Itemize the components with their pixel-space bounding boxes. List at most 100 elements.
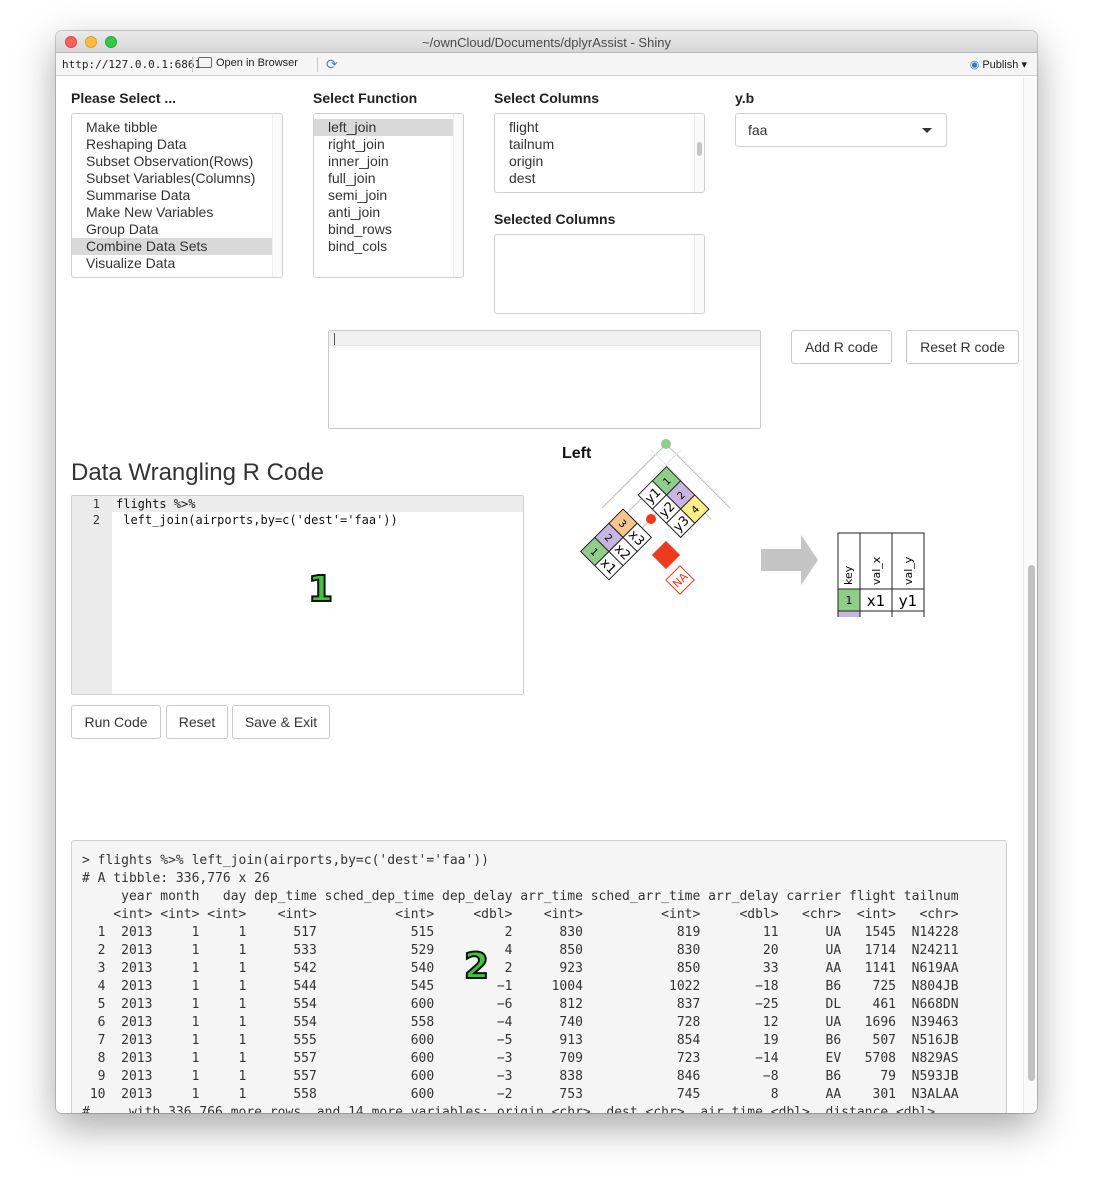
list-option[interactable]: origin (495, 153, 704, 170)
result-y: y2 (899, 614, 917, 617)
publish-button[interactable]: ◉ Publish ▾ (970, 58, 1027, 71)
console-line: # ... with 336,766 more rows, and 14 mor… (82, 1105, 943, 1113)
left-join-diagram: 1 2 3 x1 x2 x3 1 2 4 y1 y2 y3 NA key val… (579, 439, 925, 617)
reset-r-code-button[interactable]: Reset R code (906, 330, 1019, 364)
list-option[interactable]: bind_rows (314, 221, 463, 238)
url-text: http://127.0.0.1:6861 (62, 58, 202, 71)
yb-select[interactable]: faa (735, 113, 947, 147)
list-option[interactable]: dest (495, 170, 704, 187)
console-line: 5 2013 1 1 554 600 −6 812 837 −25 DL 461… (82, 997, 959, 1012)
console-line: > flights %>% left_join(airports,by=c('d… (82, 853, 489, 868)
console-line: 4 2013 1 1 544 545 −1 1004 1022 −18 B6 7… (82, 979, 959, 994)
list-option[interactable]: Reshaping Data (72, 136, 282, 153)
console-line: year month day dep_time sched_dep_time d… (82, 889, 959, 904)
code-section-heading: Data Wrangling R Code (71, 459, 325, 486)
list-option[interactable]: Subset Variables(Columns) (72, 170, 282, 187)
list-option[interactable]: Group Data (72, 221, 282, 238)
result-x: x2 (867, 614, 885, 617)
na-cell: NA (665, 565, 695, 595)
select-function-listbox[interactable]: left_join right_join inner_join full_join se… (313, 113, 464, 278)
console-line: 1 2013 1 1 517 515 2 830 819 11 UA 1545 … (82, 925, 959, 940)
console-line: 6 2013 1 1 554 558 −4 740 728 12 UA 1696… (82, 1015, 959, 1030)
match-dot-na (646, 514, 656, 524)
publish-label: Publish (982, 59, 1019, 71)
add-r-code-button[interactable]: Add R code (791, 330, 892, 364)
please-select-label: Please Select ... (71, 90, 177, 106)
editor-gutter: 1 2 (72, 496, 112, 694)
line-number: 1 (92, 497, 100, 511)
console-line: 9 2013 1 1 557 600 −3 838 846 −8 B6 79 N… (82, 1069, 959, 1084)
yb-selected-value: faa (748, 122, 768, 138)
console-line: 8 2013 1 1 557 600 −3 709 723 −14 EV 570… (82, 1051, 959, 1066)
console-line: 3 2013 1 1 542 540 2 923 850 33 AA 1141 … (82, 961, 959, 976)
title-bar: ~/ownCloud/Documents/dplyrAssist - Shiny (56, 31, 1037, 53)
run-code-button[interactable]: Run Code (71, 705, 161, 739)
na-join-cell (651, 540, 681, 570)
list-option[interactable]: Visualize Data (72, 255, 282, 272)
list-option[interactable]: Summarise Data (72, 187, 282, 204)
left-table: 1 2 3 x1 x2 x3 (579, 508, 653, 581)
open-in-browser-button[interactable]: Open in Browser (198, 57, 298, 69)
annotation-marker-1: 1 (307, 568, 334, 611)
textarea-toolbar (329, 331, 760, 346)
console-line: # A tibble: 336,776 x 26 (82, 871, 270, 886)
publish-icon: ◉ (969, 59, 980, 71)
result-key: 1 (846, 594, 853, 607)
listbox-scrollbar[interactable] (694, 235, 704, 313)
result-header: val_x (870, 556, 883, 585)
text-cursor (334, 333, 335, 345)
refresh-icon[interactable]: ⟳ (326, 56, 338, 73)
save-exit-button[interactable]: Save & Exit (232, 705, 330, 739)
console-output[interactable]: > flights %>% left_join(airports,by=c('d… (71, 840, 1007, 1113)
result-table: key val_x val_y 1 x1 y1 2 x2 y2 3 x3 (837, 532, 925, 617)
console-line: <int> <int> <int> <int> <int> <dbl> <int… (82, 907, 959, 922)
r-code-textarea[interactable] (328, 330, 761, 429)
list-option[interactable]: semi_join (314, 187, 463, 204)
list-option[interactable]: Make New Variables (72, 204, 282, 221)
list-option[interactable]: flight (495, 119, 704, 136)
result-key: 2 (846, 616, 853, 617)
result-y: y1 (899, 592, 917, 610)
please-select-listbox[interactable]: Make tibble Reshaping Data Subset Observat… (71, 113, 283, 278)
right-table: 1 2 4 y1 y2 y3 (637, 465, 710, 539)
list-option[interactable]: Subset Observation(Rows) (72, 153, 282, 170)
list-option[interactable]: tailnum (495, 136, 704, 153)
select-function-label: Select Function (313, 90, 418, 106)
match-dot-1 (661, 439, 671, 449)
list-option[interactable]: left_join (314, 119, 463, 136)
listbox-scrollbar[interactable] (272, 114, 282, 277)
list-option[interactable]: right_join (314, 136, 463, 153)
list-option[interactable]: Combine Data Sets (72, 238, 282, 255)
shiny-app-content: Please Select ... Make tibble Reshaping D… (56, 77, 1037, 1113)
scrollbar-thumb[interactable] (697, 142, 702, 156)
editor-code[interactable]: flights %>% left_join(airports,by=c('des… (112, 496, 523, 528)
list-option[interactable]: full_join (314, 170, 463, 187)
result-x: x1 (867, 592, 885, 610)
chevron-down-icon (922, 128, 932, 133)
select-columns-label: Select Columns (494, 90, 600, 106)
window-title: ~/ownCloud/Documents/dplyrAssist - Shiny (422, 35, 671, 50)
listbox-scrollbar[interactable] (453, 114, 463, 277)
toolbar-divider (317, 57, 318, 72)
code-editor[interactable]: 1 2 flights %>% left_join(airports,by=c(… (71, 495, 524, 695)
list-option[interactable]: Make tibble (72, 119, 282, 136)
list-option[interactable]: bind_cols (314, 238, 463, 255)
scrollbar-thumb[interactable] (1028, 565, 1035, 1081)
reset-button[interactable]: Reset (166, 705, 228, 739)
code-line: flights %>% (112, 496, 523, 512)
toolbar-divider (192, 57, 193, 72)
annotation-marker-2: 2 (463, 945, 490, 988)
result-header: val_y (902, 556, 915, 585)
page-scrollbar[interactable] (1023, 77, 1037, 1113)
list-option[interactable]: inner_join (314, 153, 463, 170)
yb-label: y.b (735, 90, 755, 106)
window-shadow (56, 1113, 1037, 1193)
code-line: left_join(airports,by=c('dest'='faa')) (116, 513, 398, 527)
line-number: 2 (92, 513, 100, 527)
selected-columns-listbox[interactable] (494, 234, 705, 314)
listbox-scrollbar[interactable] (694, 114, 704, 192)
select-columns-listbox[interactable]: flight tailnum origin dest (494, 113, 705, 193)
console-text: > flights %>% left_join(airports,by=c('d… (72, 841, 1006, 1113)
list-option[interactable]: anti_join (314, 204, 463, 221)
browser-icon (198, 57, 212, 68)
